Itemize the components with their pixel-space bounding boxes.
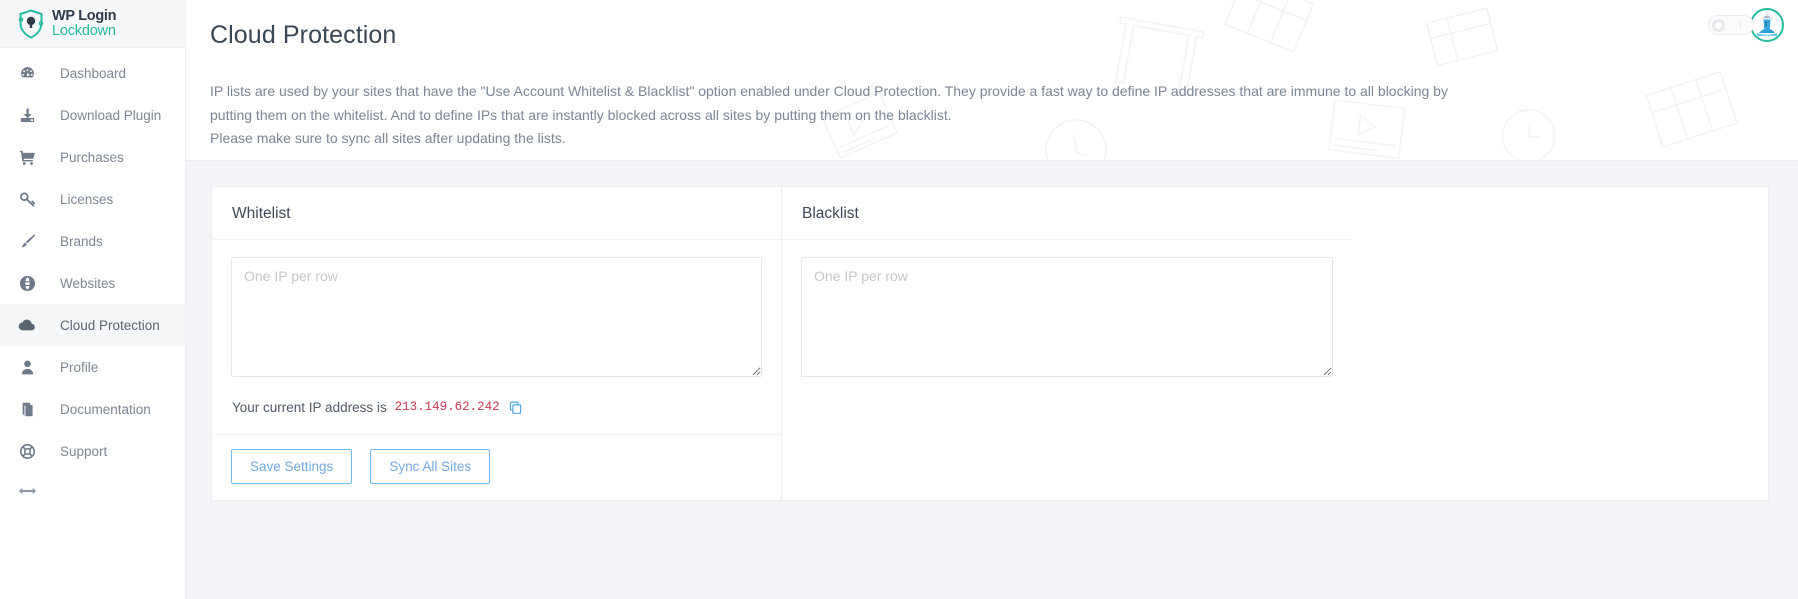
sidebar-nav: Dashboard Download Plugin Purchases Lice… <box>0 48 185 472</box>
sidebar-item-label: Documentation <box>60 401 151 417</box>
sidebar-item-label: Profile <box>60 359 99 375</box>
sidebar-item-cloud-protection[interactable]: Cloud Protection <box>0 304 185 346</box>
sidebar-item-label: Cloud Protection <box>60 317 160 333</box>
card-empty-space <box>1352 187 1768 500</box>
content-area: Whitelist Your current IP address is 213… <box>186 161 1798 501</box>
sidebar-item-label: Licenses <box>60 191 114 207</box>
ip-lists-card: Whitelist Your current IP address is 213… <box>211 186 1769 501</box>
sidebar: WP Login Lockdown Dashboard Download Plu… <box>0 0 186 599</box>
sidebar-item-label: Brands <box>60 233 103 249</box>
blacklist-textarea[interactable] <box>801 257 1333 377</box>
toggle-bar-icon <box>1739 21 1741 29</box>
globe-icon <box>14 275 40 292</box>
page-description-line3: Please make sure to sync all sites after… <box>210 130 566 146</box>
sidebar-item-profile[interactable]: Profile <box>0 346 185 388</box>
brand-title-line2: Lockdown <box>52 22 116 39</box>
sidebar-item-label: Dashboard <box>60 65 127 81</box>
sync-all-sites-button[interactable]: Sync All Sites <box>370 449 491 484</box>
shopping-cart-icon <box>14 149 40 166</box>
theme-toggle[interactable] <box>1708 15 1754 35</box>
speedometer-icon <box>14 65 40 82</box>
save-settings-button[interactable]: Save Settings <box>231 449 353 484</box>
user-avatar-icon <box>1753 11 1781 39</box>
page-header: Cloud Protection IP lists are used by yo… <box>186 0 1798 161</box>
blacklist-panel: Blacklist <box>782 187 1352 500</box>
sidebar-item-label: Support <box>60 443 108 459</box>
sidebar-item-websites[interactable]: Websites <box>0 262 185 304</box>
sidebar-item-licenses[interactable]: Licenses <box>0 178 185 220</box>
sidebar-item-label: Websites <box>60 275 116 291</box>
page-description-line1: IP lists are used by your sites that hav… <box>210 83 1375 99</box>
sidebar-item-documentation[interactable]: Documentation <box>0 388 185 430</box>
lifebuoy-icon <box>14 443 40 460</box>
main-area: Cloud Protection IP lists are used by yo… <box>186 0 1798 599</box>
page-description: IP lists are used by your sites that hav… <box>210 80 1470 151</box>
key-icon <box>14 191 40 208</box>
page-title: Cloud Protection <box>210 21 397 49</box>
sidebar-item-download-plugin[interactable]: Download Plugin <box>0 94 185 136</box>
header-user-controls <box>1708 8 1784 42</box>
whitelist-title: Whitelist <box>212 187 781 240</box>
whitelist-textarea[interactable] <box>231 257 762 377</box>
user-icon <box>14 359 40 376</box>
sidebar-item-dashboard[interactable]: Dashboard <box>0 52 185 94</box>
arrows-left-right-icon[interactable] <box>14 478 40 504</box>
toggle-knob-icon <box>1712 18 1725 32</box>
sidebar-item-label: Purchases <box>60 149 124 165</box>
sidebar-item-purchases[interactable]: Purchases <box>0 136 185 178</box>
shield-lock-icon <box>14 7 48 41</box>
avatar[interactable] <box>1750 8 1784 42</box>
whitelist-panel: Whitelist Your current IP address is 213… <box>212 187 782 500</box>
cloud-icon <box>14 316 40 334</box>
app-root: WP Login Lockdown Dashboard Download Plu… <box>0 0 1798 599</box>
sidebar-item-support[interactable]: Support <box>0 430 185 472</box>
download-icon <box>14 107 40 124</box>
brand-logo-area[interactable]: WP Login Lockdown <box>0 0 185 48</box>
blacklist-title: Blacklist <box>782 187 1352 240</box>
paintbrush-icon <box>14 233 40 250</box>
sidebar-item-label: Download Plugin <box>60 107 162 123</box>
book-icon <box>14 401 40 418</box>
current-ip-row: Your current IP address is 213.149.62.24… <box>231 382 762 434</box>
card-actions: Save Settings Sync All Sites <box>212 434 781 500</box>
sidebar-item-brands[interactable]: Brands <box>0 220 185 262</box>
brand-title-line1: WP Login <box>52 7 117 24</box>
current-ip-value: 213.149.62.242 <box>394 400 500 414</box>
copy-icon[interactable] <box>508 400 523 415</box>
current-ip-label: Your current IP address is <box>232 399 387 415</box>
